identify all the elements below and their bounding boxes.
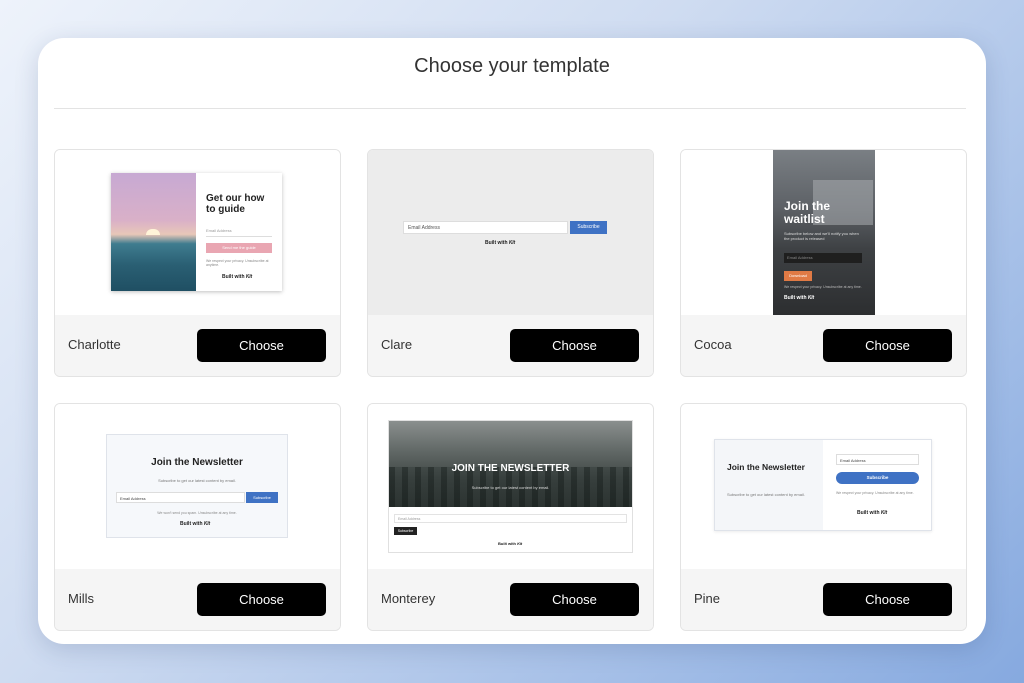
built-with-label: Built with: [857, 510, 880, 516]
header-divider: [54, 108, 966, 109]
preview-subtitle: Subscribe to get our latest content by e…: [471, 485, 550, 490]
form-preview: Join the Newsletter Subscribe to get our…: [714, 439, 932, 531]
preview-subtitle: Subscribe to get our latest content by e…: [158, 478, 236, 483]
preview-email-field: Email Address: [116, 492, 245, 503]
preview-note: We respect your privacy. Unsubscribe at …: [206, 259, 269, 267]
built-with-badge: Built with Kit: [222, 274, 252, 280]
preview-button: Subscribe: [394, 527, 417, 535]
choose-button-monterey[interactable]: Choose: [510, 583, 639, 616]
template-card-clare[interactable]: Email Address Subscribe Built with Kit C…: [367, 149, 654, 377]
form-preview: JOIN THE NEWSLETTER Subscribe to get our…: [388, 420, 633, 553]
template-name: Cocoa: [694, 337, 732, 352]
preview-left-panel: Join the Newsletter Subscribe to get our…: [715, 440, 823, 530]
template-picker-window: Choose your template Get our how to guid…: [38, 38, 986, 644]
sunset-ocean-image: [111, 173, 196, 291]
preview-heading: Join the Newsletter: [151, 457, 243, 468]
choose-button-pine[interactable]: Choose: [823, 583, 952, 616]
template-name: Charlotte: [68, 337, 121, 352]
kit-logo: Kit: [807, 295, 814, 301]
preview-heading: Join the waitlist: [784, 199, 831, 226]
kit-logo: Kit: [880, 510, 887, 516]
template-preview[interactable]: JOIN THE NEWSLETTER Subscribe to get our…: [368, 404, 653, 569]
built-with-badge: Built with Kit: [857, 510, 887, 516]
template-preview[interactable]: Email Address Subscribe Built with Kit: [368, 150, 653, 315]
template-name: Pine: [694, 591, 721, 606]
template-preview[interactable]: Join the waitlist Subscribe below and we…: [681, 150, 966, 315]
form-preview: Get our how to guide Email Address Send …: [111, 173, 282, 291]
preview-button: Subscribe: [836, 472, 919, 484]
preview-heading: JOIN THE NEWSLETTER: [451, 463, 570, 474]
template-card-footer: Clare Choose: [368, 315, 653, 376]
preview-subtitle: Subscribe to get our latest content by e…: [727, 492, 805, 497]
built-with-label: Built with: [784, 295, 807, 301]
preview-email-field: Email Address: [206, 228, 232, 233]
template-card-charlotte[interactable]: Get our how to guide Email Address Send …: [54, 149, 341, 377]
preview-heading: Join the Newsletter: [727, 462, 805, 472]
page-title: Choose your template: [414, 55, 610, 77]
form-preview: Join the waitlist Subscribe below and we…: [773, 150, 875, 315]
template-preview[interactable]: Join the Newsletter Subscribe to get our…: [681, 404, 966, 569]
template-preview[interactable]: Join the Newsletter Subscribe to get our…: [55, 404, 340, 569]
forest-image: JOIN THE NEWSLETTER Subscribe to get our…: [389, 421, 632, 507]
template-card-footer: Charlotte Choose: [55, 315, 340, 376]
template-card-footer: Cocoa Choose: [681, 315, 966, 376]
template-card-cocoa[interactable]: Join the waitlist Subscribe below and we…: [680, 149, 967, 377]
template-card-footer: Monterey Choose: [368, 569, 653, 630]
built-with-label: Built with: [222, 274, 245, 280]
choose-button-cocoa[interactable]: Choose: [823, 329, 952, 362]
template-name: Clare: [381, 337, 413, 352]
built-with-label: Built with: [498, 541, 516, 546]
kit-logo: Kit: [203, 521, 210, 527]
preview-email-field: Email Address: [784, 253, 862, 263]
template-card-monterey[interactable]: JOIN THE NEWSLETTER Subscribe to get our…: [367, 403, 654, 631]
template-card-footer: Mills Choose: [55, 569, 340, 630]
sun-icon: [146, 229, 160, 235]
preview-email-field: Email Address: [403, 221, 568, 234]
preview-note: We respect your privacy. Unsubscribe at …: [784, 285, 862, 289]
choose-button-clare[interactable]: Choose: [510, 329, 639, 362]
template-card-footer: Pine Choose: [681, 569, 966, 630]
built-with-label: Built with: [180, 521, 203, 527]
preview-divider: [206, 236, 272, 237]
template-preview[interactable]: Get our how to guide Email Address Send …: [55, 150, 340, 315]
template-name: Monterey: [381, 591, 436, 606]
preview-button: Subscribe: [246, 492, 278, 503]
form-preview: Join the Newsletter Subscribe to get our…: [106, 434, 288, 538]
built-with-label: Built with: [485, 240, 508, 246]
built-with-badge: Built with Kit: [485, 240, 515, 246]
preview-button: Download: [784, 271, 812, 281]
built-with-badge: Built with Kit: [498, 541, 522, 546]
preview-heading: Get our how to guide: [206, 193, 265, 215]
preview-email-field: Email Address: [394, 514, 627, 523]
choose-button-mills[interactable]: Choose: [197, 583, 326, 616]
template-card-pine[interactable]: Join the Newsletter Subscribe to get our…: [680, 403, 967, 631]
preview-button: Send me the guide: [206, 243, 272, 253]
preview-subtitle: Subscribe below and we'll notify you whe…: [784, 231, 859, 241]
choose-button-charlotte[interactable]: Choose: [197, 329, 326, 362]
kit-logo: Kit: [508, 240, 515, 246]
preview-button: Subscribe: [570, 221, 607, 234]
preview-note: We respect your privacy. Unsubscribe at …: [836, 491, 914, 495]
template-name: Mills: [68, 591, 94, 606]
built-with-badge: Built with Kit: [180, 521, 210, 527]
preview-note: We won't send you spam. Unsubscribe at a…: [157, 511, 237, 515]
template-card-mills[interactable]: Join the Newsletter Subscribe to get our…: [54, 403, 341, 631]
kit-logo: Kit: [245, 274, 252, 280]
preview-email-field: Email Address: [836, 454, 919, 465]
kit-logo: Kit: [517, 541, 522, 546]
built-with-badge: Built with Kit: [784, 295, 814, 301]
